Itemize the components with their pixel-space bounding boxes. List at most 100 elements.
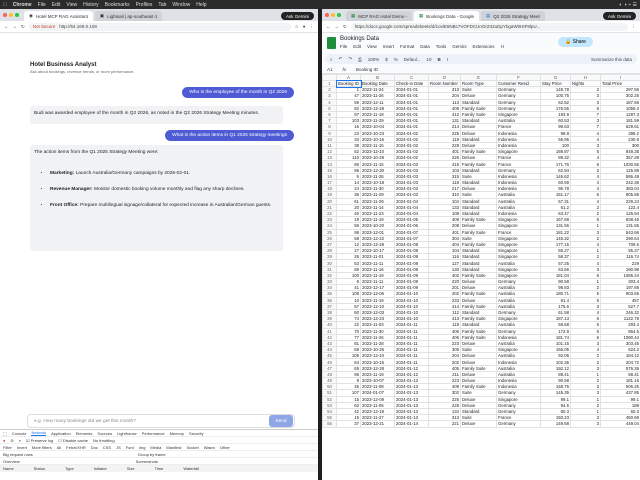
menu-help[interactable]: H (501, 44, 504, 49)
disable-cache-checkbox[interactable]: ☐ Disable cache (58, 438, 88, 443)
tab-bookings-data[interactable]: ▦ Bookings Data - Google (413, 11, 479, 21)
filter-fetch[interactable]: Fetch/XHR (66, 445, 86, 450)
mac-menu-2[interactable]: View (66, 2, 77, 8)
back-icon[interactable]: ← (326, 24, 331, 29)
close-dot[interactable] (3, 13, 7, 17)
inspect-icon[interactable]: ⬚ (3, 431, 7, 436)
menu-insert[interactable]: Insert (383, 44, 394, 49)
print-icon[interactable]: ⎙ (358, 57, 362, 62)
tab-lightsail[interactable]: ▣ Lightsail | ap-southeast-1 (94, 11, 163, 21)
tab-strategy-meeting[interactable]: ▤ Q2 2026 Strategy Meet (481, 11, 545, 21)
cell[interactable]: 449.04 (600, 420, 640, 428)
col-type[interactable]: Type (65, 466, 74, 471)
header-cell[interactable]: Booking ID (335, 79, 362, 88)
cell[interactable]: 37 (336, 420, 361, 428)
filter-css[interactable]: CSS (103, 445, 111, 450)
big-request-rows-checkbox[interactable]: Big request rows (3, 452, 33, 457)
preserve-log-checkbox[interactable]: ☑ Preserve log (26, 438, 53, 443)
more-icon[interactable]: ⋮ (632, 24, 637, 30)
document-title[interactable]: Bookings Data (340, 36, 379, 42)
percent-icon[interactable]: % (394, 57, 398, 62)
apple-icon[interactable]:  (3, 2, 7, 8)
menu-view[interactable]: View (367, 44, 377, 49)
address-bar[interactable]: Not Secure http://54.169.0.108 (28, 22, 291, 31)
devtools-tab-network[interactable]: Network (31, 430, 47, 436)
row-number[interactable]: 56 (322, 420, 337, 428)
undo-icon[interactable]: ↶ (339, 56, 343, 62)
currency-icon[interactable]: $ (385, 57, 388, 62)
forward-icon[interactable]: → (335, 24, 340, 29)
menu-file[interactable]: File (340, 44, 347, 49)
cell[interactable]: Germany (496, 420, 541, 428)
cell[interactable]: Deluxe (460, 420, 497, 428)
mac-menu-1[interactable]: Edit (52, 2, 61, 8)
not-secure-badge[interactable]: Not Secure (33, 24, 56, 29)
star-icon[interactable]: ☆ (295, 24, 299, 30)
overview-checkbox[interactable]: Overview (3, 459, 20, 464)
devtools-tab-console[interactable]: Console (12, 431, 27, 436)
font-select[interactable]: Defaul... (404, 57, 421, 62)
zoom-dot[interactable] (15, 13, 19, 17)
cell[interactable]: 2024-01-14 (394, 420, 429, 428)
question-input[interactable]: e.g. How many bookings did we get this m… (27, 414, 295, 428)
cell[interactable]: 149.68 (540, 420, 571, 428)
italic-icon[interactable]: I (447, 57, 448, 62)
devtools-tab-performance[interactable]: Performance (142, 431, 165, 436)
address-bar[interactable]: https://docs.google.com/spreadsheets/d/1… (350, 22, 628, 31)
col-name[interactable]: Name (3, 466, 14, 471)
clear-icon[interactable]: ⊘ (10, 438, 13, 443)
filter-doc[interactable]: Doc (91, 445, 98, 450)
filter-input[interactable]: Filter (3, 445, 12, 450)
filter-media[interactable]: Media (150, 445, 161, 450)
formula-input[interactable]: Booking ID (356, 67, 378, 72)
menu-data[interactable]: Data (420, 44, 430, 49)
filter-manifest[interactable]: Manifest (166, 445, 181, 450)
minimize-dot[interactable] (9, 13, 13, 17)
record-icon[interactable]: ● (3, 438, 5, 443)
group-by-frame-checkbox[interactable]: Group by frame (138, 452, 166, 457)
devtools-tab-application[interactable]: Application (51, 431, 71, 436)
col-waterfall[interactable]: Waterfall (183, 466, 199, 471)
filter-wasm[interactable]: Wasm (204, 445, 215, 450)
mac-menu-3[interactable]: History (83, 2, 99, 8)
menu-edit[interactable]: Edit (353, 44, 361, 49)
menu-gemini[interactable]: Gemini (452, 44, 466, 49)
name-box[interactable]: A1 (327, 67, 333, 72)
ask-gemini-button[interactable]: Ask Gemini (280, 12, 314, 20)
tab-hotel-assistant[interactable]: ◉ Hotel MCP RAG Assistant (24, 11, 93, 21)
close-dot[interactable] (325, 13, 329, 17)
menu-format[interactable]: Format (400, 44, 414, 49)
minimize-dot[interactable] (331, 13, 335, 17)
menu-tools[interactable]: Tools (436, 44, 447, 49)
summarize-button[interactable]: Summarize this data (591, 57, 632, 62)
back-icon[interactable]: ← (4, 24, 9, 29)
col-status[interactable]: Status (34, 466, 45, 471)
more-icon[interactable]: ⋮ (310, 24, 315, 30)
invert-checkbox[interactable]: Invert (17, 445, 27, 450)
filter-socket[interactable]: Socket (186, 445, 198, 450)
cell[interactable]: 3 (570, 420, 601, 428)
tab-mcp-demo[interactable]: ▦ MCP RAG Hotel Demo - (346, 11, 412, 21)
col-initiator[interactable]: Initiator (94, 466, 107, 471)
profile-icon[interactable]: ● (303, 24, 306, 29)
col-size[interactable]: Size (127, 466, 135, 471)
mac-menu-8[interactable]: Help (196, 2, 206, 8)
zoom-select[interactable]: 100% (368, 57, 380, 62)
filter-all[interactable]: All (57, 445, 61, 450)
bold-icon[interactable]: B (438, 57, 441, 62)
devtools-tab-lighthouse[interactable]: Lighthouse (117, 431, 137, 436)
mac-menu-4[interactable]: Bookmarks (105, 2, 130, 8)
send-button[interactable]: Send (269, 415, 293, 427)
filter-other[interactable]: Other (220, 445, 230, 450)
mac-menu-6[interactable]: Tab (158, 2, 166, 8)
devtools-tab-memory[interactable]: Memory (170, 431, 184, 436)
throttling-select[interactable]: No throttling (93, 438, 115, 443)
search-menus-icon[interactable]: ⌕ (330, 57, 333, 62)
devtools-tab-sources[interactable]: Sources (97, 431, 112, 436)
redo-icon[interactable]: ↷ (348, 56, 352, 62)
search-icon[interactable]: ⌕ (19, 438, 21, 443)
filter-img[interactable]: Img (139, 445, 146, 450)
mac-menu-5[interactable]: Profiles (136, 2, 153, 8)
ask-gemini-button[interactable]: Ask Gemini (602, 12, 636, 20)
filter-js[interactable]: JS (116, 445, 121, 450)
